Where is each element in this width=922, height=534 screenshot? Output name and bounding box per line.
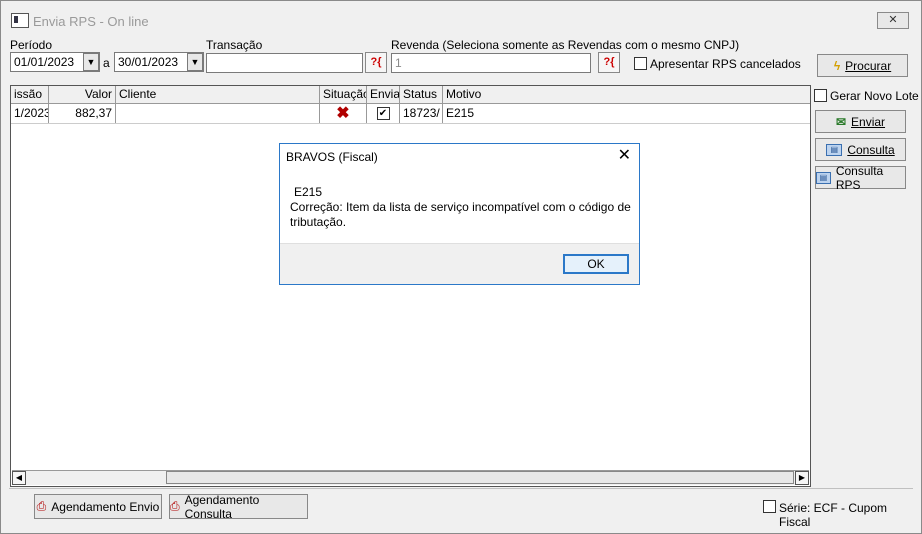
consulta-rps-button[interactable]: ▤ Consulta RPS <box>815 163 906 192</box>
transacao-label: Transação <box>206 38 263 52</box>
title-bar: Envia RPS - On line ✕ <box>1 1 921 33</box>
col-valor[interactable]: Valor <box>49 86 116 103</box>
cell-enviar: ✔ <box>367 104 400 123</box>
window-title: Envia RPS - On line <box>33 14 149 29</box>
col-status[interactable]: Status <box>400 86 443 103</box>
col-cliente[interactable]: Cliente <box>116 86 320 103</box>
scroll-thumb[interactable] <box>166 471 794 484</box>
apresentar-cancelados-label: Apresentar RPS cancelados <box>650 57 801 71</box>
agendamento-consulta-button[interactable]: ⎙ Agendamento Consulta <box>169 492 308 521</box>
scroll-left-icon[interactable]: ◀ <box>12 471 26 485</box>
envia-rps-window: Envia RPS - On line ✕ Período 01/01/2023… <box>0 0 922 534</box>
periodo-label: Período <box>10 38 53 52</box>
revenda-search-icon[interactable]: ?{ <box>598 52 620 73</box>
dialog-code: E215 <box>294 185 323 199</box>
cell-motivo: E215 <box>446 106 475 120</box>
horizontal-scrollbar[interactable]: ◀ ▶ <box>12 470 809 485</box>
agendamento-consulta-label: Agendamento Consulta <box>184 492 260 521</box>
gerar-novo-lote-label: Gerar Novo Lote <box>830 89 919 103</box>
dialog-close-icon[interactable]: ✕ <box>618 148 631 164</box>
transacao-field[interactable] <box>206 53 363 73</box>
col-emissao[interactable]: issão <box>11 86 49 103</box>
procurar-button[interactable]: ϟ Procurar <box>817 54 908 77</box>
agendamento-envio-label: Agendamento Envio <box>51 499 160 514</box>
col-enviar[interactable]: Enviar <box>367 86 400 103</box>
send-icon: ✉ <box>835 114 847 129</box>
error-x-icon: ✖ <box>320 104 367 123</box>
date-from-value: 01/01/2023 <box>14 55 75 69</box>
consulta-button[interactable]: ▤ Consulta <box>815 138 906 161</box>
date-from-dropdown-icon[interactable]: ▼ <box>83 53 99 71</box>
date-separator: a <box>103 56 110 70</box>
cell-cliente <box>116 104 320 123</box>
enviar-button[interactable]: ✉ Enviar <box>815 110 906 133</box>
cell-emissao: 1/2023 <box>11 104 49 123</box>
serie-label: Série: ECF - Cupom Fiscal <box>779 501 888 529</box>
gerar-novo-lote-checkbox[interactable] <box>814 89 827 102</box>
dialog-title: BRAVOS (Fiscal) <box>286 150 378 164</box>
scroll-right-icon[interactable]: ▶ <box>795 471 809 485</box>
window-close-button[interactable]: ✕ <box>877 12 909 29</box>
date-to-dropdown-icon[interactable]: ▼ <box>187 53 203 71</box>
enviar-label: Enviar <box>851 114 886 129</box>
dialog-footer: OK <box>280 243 639 284</box>
dialog-text: Correção: Item da lista de serviço incom… <box>290 200 631 229</box>
dialog-message: E215 Correção: Item da lista de serviço … <box>290 185 635 230</box>
error-dialog: BRAVOS (Fiscal) ✕ E215 Correção: Item da… <box>279 143 640 285</box>
agendamento-envio-button[interactable]: ⎙ Agendamento Envio <box>34 494 162 519</box>
printer-icon: ⎙ <box>36 499 47 513</box>
printer-icon: ⎙ <box>170 499 180 513</box>
grid-header: issão Valor Cliente Situação Enviar Stat… <box>11 86 810 104</box>
consulta-label: Consulta <box>847 142 895 157</box>
cell-status: 18723/ <box>400 104 443 123</box>
procurar-label: Procurar <box>845 58 892 73</box>
revenda-field[interactable]: 1 <box>391 53 591 73</box>
consulta-rps-label: Consulta RPS <box>835 163 884 192</box>
transacao-search-icon[interactable]: ?{ <box>365 52 387 73</box>
cell-valor: 882,37 <box>49 104 116 123</box>
col-motivo[interactable]: Motivo <box>443 86 810 103</box>
bottom-separator <box>9 488 913 489</box>
date-to-value: 30/01/2023 <box>118 55 179 69</box>
serie-checkbox[interactable] <box>763 500 776 513</box>
lightning-icon: ϟ <box>833 58 841 73</box>
app-icon <box>11 13 29 28</box>
table-row[interactable]: 1/2023 882,37 ✖ ✔ 18723/ E215 <box>11 104 810 124</box>
consulta-icon: ▤ <box>826 143 843 156</box>
apresentar-cancelados-checkbox[interactable] <box>634 57 647 70</box>
enviar-checkbox[interactable]: ✔ <box>376 107 390 120</box>
consulta-rps-icon: ▤ <box>816 171 831 184</box>
col-situacao[interactable]: Situação <box>320 86 367 103</box>
ok-button[interactable]: OK <box>563 254 629 274</box>
revenda-label: Revenda (Seleciona somente as Revendas c… <box>391 38 740 52</box>
